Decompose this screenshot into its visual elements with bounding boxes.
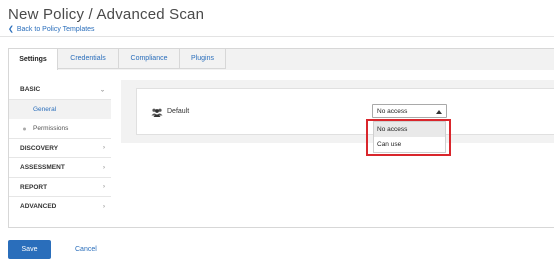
sidebar-section-basic[interactable]: BASIC ⌄ <box>9 80 111 100</box>
sidebar-item-permissions[interactable]: Permissions <box>9 119 111 139</box>
sidebar-section-label: DISCOVERY <box>20 144 59 152</box>
permission-group-name: Default <box>167 108 190 115</box>
back-link-label: Back to Policy Templates <box>16 25 95 33</box>
tab-bar: Settings Credentials Compliance Plugins <box>8 48 226 70</box>
save-button[interactable]: Save <box>8 240 51 259</box>
sidebar-item-label: Permissions <box>33 125 69 133</box>
header-divider <box>0 36 554 37</box>
sidebar-item-label: General <box>33 105 57 113</box>
sidebar-section-assessment[interactable]: ASSESSMENT › <box>9 158 111 178</box>
tab-credentials[interactable]: Credentials <box>58 48 119 69</box>
settings-sidebar: BASIC ⌄ General Permissions DISCOVERY › … <box>9 80 111 217</box>
bullet-icon <box>23 127 26 131</box>
sidebar-section-label: REPORT <box>20 183 48 191</box>
sidebar-section-label: ADVANCED <box>20 203 57 211</box>
chevron-down-icon: ⌄ <box>99 87 105 94</box>
caret-up-icon <box>436 110 442 114</box>
sidebar-item-general[interactable]: General <box>9 99 111 119</box>
permission-row <box>136 88 554 135</box>
sidebar-section-label: BASIC <box>20 86 41 94</box>
annotation-highlight-box <box>366 119 451 156</box>
sidebar-section-discovery[interactable]: DISCOVERY › <box>9 139 111 158</box>
back-to-templates-link[interactable]: ❮ Back to Policy Templates <box>8 25 95 34</box>
chevron-right-icon: › <box>103 184 105 191</box>
chevron-right-icon: › <box>103 145 105 152</box>
users-icon <box>151 108 163 117</box>
permission-select-value: No access <box>377 107 408 115</box>
sidebar-section-advanced[interactable]: ADVANCED › <box>9 197 111 217</box>
chevron-left-icon: ❮ <box>8 26 14 33</box>
cancel-button[interactable]: Cancel <box>75 246 97 253</box>
tab-plugins[interactable]: Plugins <box>180 48 226 69</box>
chevron-right-icon: › <box>103 164 105 171</box>
page-title: New Policy / Advanced Scan <box>8 6 205 23</box>
sidebar-section-report[interactable]: REPORT › <box>9 178 111 197</box>
tab-settings[interactable]: Settings <box>8 48 58 70</box>
tab-compliance[interactable]: Compliance <box>119 48 180 69</box>
permission-select[interactable]: No access <box>372 104 447 118</box>
sidebar-section-label: ASSESSMENT <box>20 164 65 172</box>
chevron-right-icon: › <box>103 203 105 210</box>
